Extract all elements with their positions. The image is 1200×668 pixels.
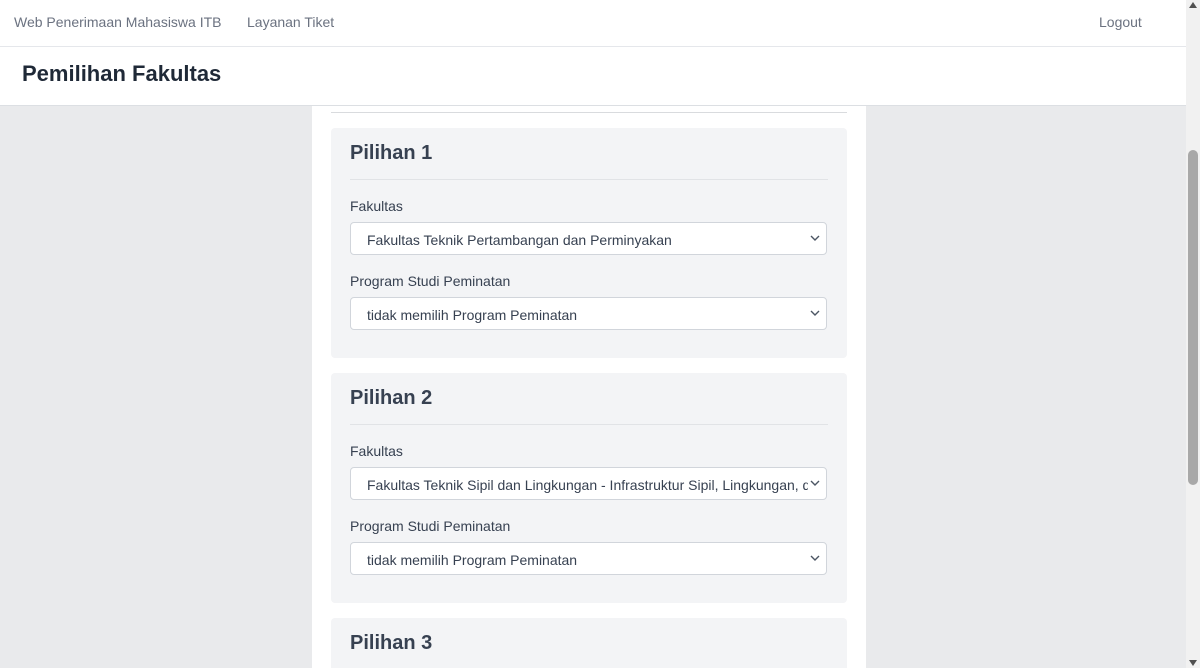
choice-title: Pilihan 3: [350, 632, 433, 654]
scroll-up-arrow-icon[interactable]: [1189, 2, 1197, 8]
nav-logout-link[interactable]: Logout: [1099, 14, 1142, 30]
divider: [350, 179, 828, 180]
scroll-down-arrow-icon[interactable]: [1189, 660, 1197, 666]
fakultas-label: Fakultas: [350, 443, 403, 459]
fakultas-selected-value: Fakultas Teknik Sipil dan Lingkungan - I…: [367, 477, 810, 493]
nav-brand-link[interactable]: Web Penerimaan Mahasiswa ITB: [14, 14, 222, 30]
choice-title: Pilihan 2: [350, 387, 433, 409]
divider: [350, 424, 828, 425]
chevron-down-icon: [808, 230, 822, 246]
page-scrollbar[interactable]: [1186, 0, 1200, 668]
choice-title: Pilihan 1: [350, 142, 433, 164]
program-studi-label: Program Studi Peminatan: [350, 273, 511, 289]
choice-card-1: Pilihan 1 Fakultas Fakultas Teknik Perta…: [331, 128, 847, 358]
chevron-down-icon: [808, 550, 822, 566]
program-studi-select[interactable]: tidak memilih Program Peminatan: [350, 542, 827, 575]
top-navbar: Web Penerimaan Mahasiswa ITB Layanan Tik…: [0, 0, 1186, 47]
program-studi-label: Program Studi Peminatan: [350, 518, 511, 534]
nav-layanan-tiket-link[interactable]: Layanan Tiket: [247, 14, 334, 30]
program-studi-selected-value: tidak memilih Program Peminatan: [367, 307, 578, 323]
program-studi-select[interactable]: tidak memilih Program Peminatan: [350, 297, 827, 330]
fakultas-select[interactable]: Fakultas Teknik Pertambangan dan Perminy…: [350, 222, 827, 255]
chevron-down-icon: [808, 305, 822, 321]
main-content: Pilihan 1 Fakultas Fakultas Teknik Perta…: [312, 106, 866, 668]
page-title: Pemilihan Fakultas: [22, 61, 222, 86]
scrollbar-thumb[interactable]: [1188, 150, 1198, 485]
fakultas-select[interactable]: Fakultas Teknik Sipil dan Lingkungan - I…: [350, 467, 827, 500]
fakultas-selected-value: Fakultas Teknik Pertambangan dan Perminy…: [367, 232, 672, 248]
chevron-down-icon: [808, 475, 822, 491]
page-header: Pemilihan Fakultas: [0, 47, 1186, 106]
choice-card-3: Pilihan 3: [331, 618, 847, 668]
program-studi-selected-value: tidak memilih Program Peminatan: [367, 552, 578, 568]
choice-card-2: Pilihan 2 Fakultas Fakultas Teknik Sipil…: [331, 373, 847, 603]
divider: [331, 112, 847, 113]
fakultas-label: Fakultas: [350, 198, 403, 214]
